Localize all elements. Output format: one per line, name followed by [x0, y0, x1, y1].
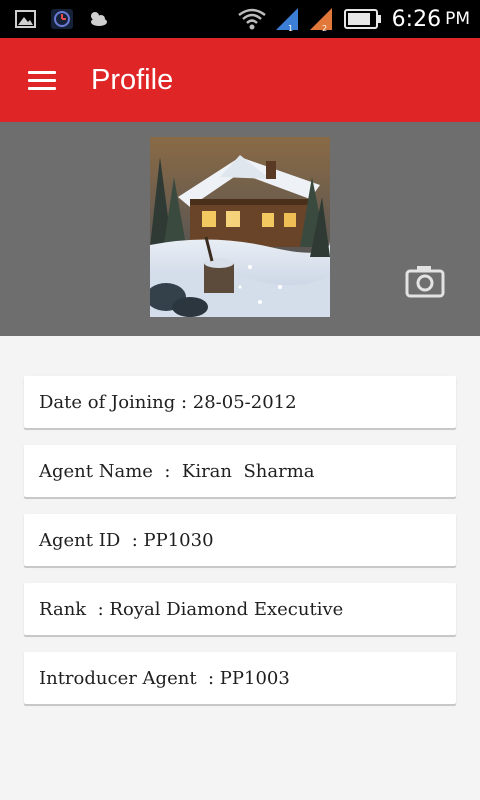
status-time: 6:26 — [391, 6, 442, 32]
profile-details: Date of Joining : 28-05-2012 Agent Name … — [0, 336, 480, 800]
rank-card: Rank : Royal Diamond Executive — [24, 583, 456, 635]
signal-2-icon: 2 — [308, 6, 334, 33]
weather-icon — [86, 8, 110, 30]
svg-text:1: 1 — [288, 24, 293, 32]
battery-icon — [343, 8, 382, 30]
clock-app-icon — [50, 8, 74, 30]
agent-name-text: Agent Name : Kiran Sharma — [39, 461, 315, 482]
status-bar: 1 2 6:26 PM — [0, 0, 480, 38]
gallery-icon — [14, 8, 38, 30]
agent-id-text: Agent ID : PP1030 — [39, 530, 214, 551]
svg-text:2: 2 — [322, 24, 327, 32]
camera-icon[interactable] — [404, 262, 446, 300]
app-bar: Profile — [0, 38, 480, 122]
page-title: Profile — [91, 64, 174, 96]
profile-photo[interactable] — [150, 137, 330, 317]
agent-name-card: Agent Name : Kiran Sharma — [24, 445, 456, 497]
rank-text: Rank : Royal Diamond Executive — [39, 599, 344, 620]
introducer-agent-card: Introducer Agent : PP1003 — [24, 652, 456, 704]
status-ampm: PM — [445, 9, 470, 29]
introducer-agent-text: Introducer Agent : PP1003 — [39, 668, 290, 689]
menu-icon[interactable] — [26, 68, 58, 92]
date-of-joining-card: Date of Joining : 28-05-2012 — [24, 376, 456, 428]
signal-1-icon: 1 — [274, 6, 300, 33]
profile-header — [0, 122, 480, 336]
system-status: 1 2 6:26 PM — [236, 0, 470, 38]
date-of-joining-text: Date of Joining : 28-05-2012 — [39, 392, 297, 413]
wifi-icon — [236, 6, 268, 32]
notification-icons — [14, 8, 122, 30]
agent-id-card: Agent ID : PP1030 — [24, 514, 456, 566]
